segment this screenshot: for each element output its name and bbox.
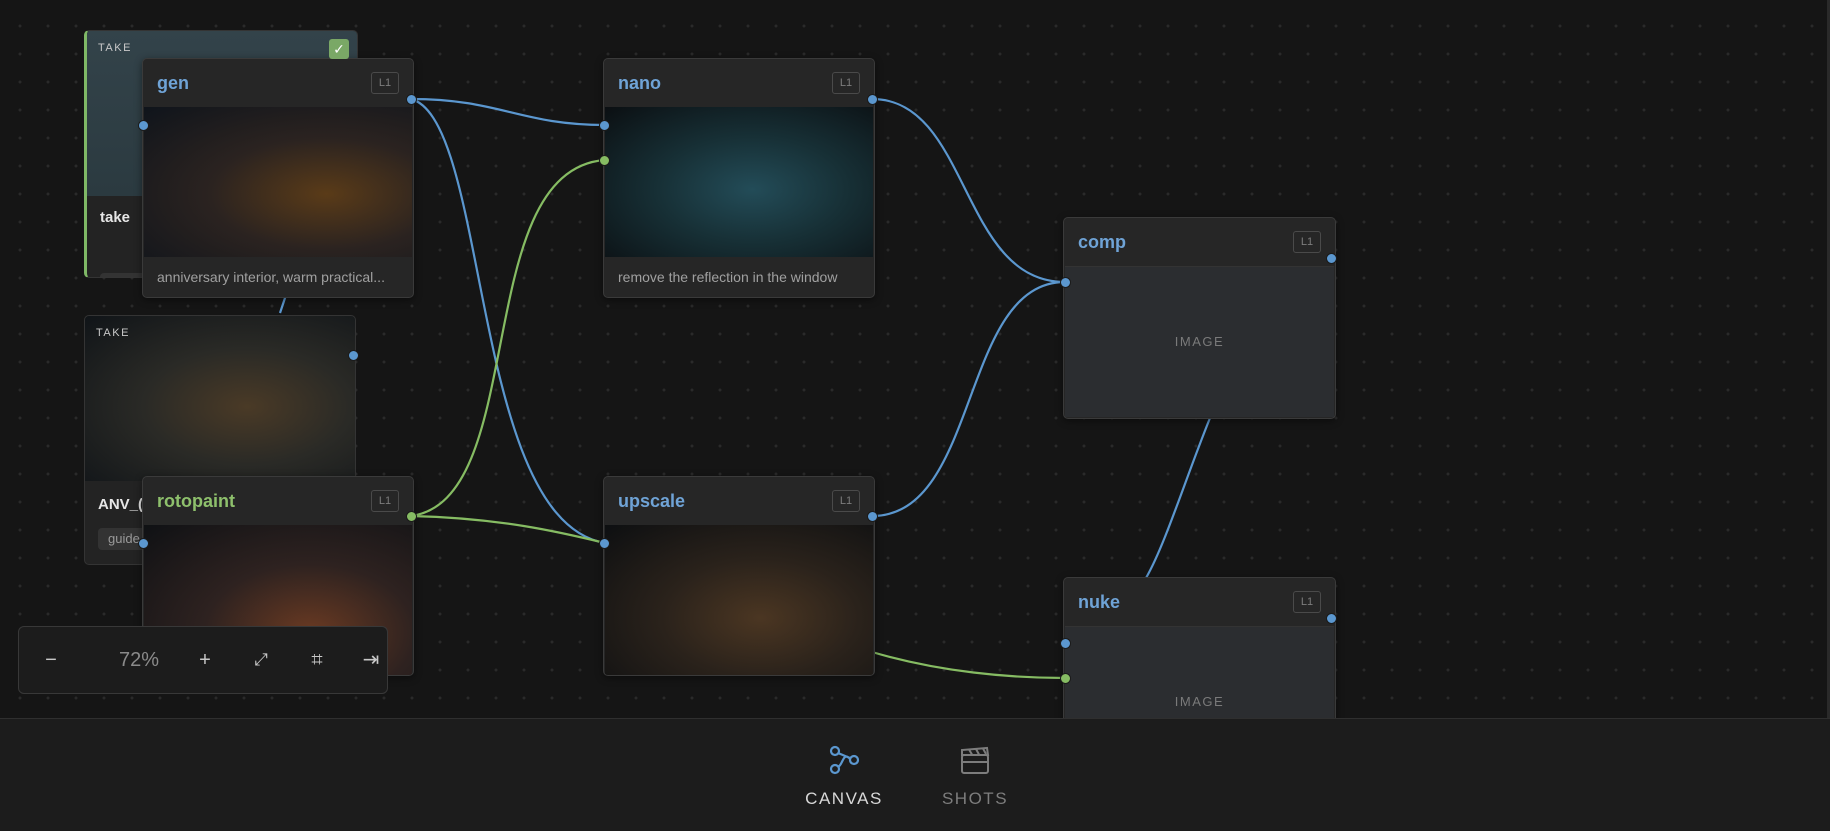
take-name: ANV_( — [98, 496, 144, 513]
node-header[interactable]: nano L1 — [604, 59, 874, 107]
nano-input-port[interactable] — [599, 120, 610, 131]
wire-upscale-nuke — [871, 650, 1066, 680]
gen-output-port[interactable] — [406, 94, 417, 105]
clapperboard-icon — [961, 746, 990, 774]
node-nuke[interactable]: nuke L1 IMAGE — [1063, 577, 1336, 718]
zoom-out-button[interactable]: − — [33, 627, 69, 693]
fit-view-icon[interactable]: ⤢ — [243, 627, 279, 693]
node-preview-image — [605, 525, 873, 675]
zoom-toolbar: − 72% + ⤢ ⌗ ⇥ — [18, 626, 388, 694]
take-name: take — [100, 209, 131, 226]
grid-icon[interactable]: ⌗ — [299, 627, 335, 693]
bottom-nav: CANVAS SHOTS — [0, 718, 1830, 831]
node-title: nuke — [1078, 592, 1121, 612]
wire-comp-nuke — [1145, 417, 1212, 579]
wire-gen-upscale — [410, 97, 606, 545]
level-badge[interactable]: L1 — [1293, 231, 1321, 253]
node-title: upscale — [618, 491, 686, 511]
node-preview-image — [144, 107, 412, 257]
collapse-panel-icon[interactable]: ⇥ — [353, 627, 389, 693]
rotopaint-input-port[interactable] — [138, 538, 149, 549]
upscale-output-port[interactable] — [867, 511, 878, 522]
node-gen[interactable]: gen L1 anniversary interior, warm practi… — [142, 58, 414, 298]
take-thumbnail — [85, 316, 355, 481]
node-comp[interactable]: comp L1 IMAGE — [1063, 217, 1336, 419]
wire-rotopaint-nano — [410, 158, 606, 518]
node-header[interactable]: upscale L1 — [604, 477, 874, 525]
tab-shots[interactable]: SHOTS — [920, 719, 1030, 831]
node-title: rotopaint — [157, 491, 235, 511]
node-nano[interactable]: nano L1 remove the reflection in the win… — [603, 58, 875, 298]
level-badge[interactable]: L1 — [371, 72, 399, 94]
node-preview-image — [605, 107, 873, 257]
tab-label: SHOTS — [941, 789, 1009, 808]
upscale-input-port[interactable] — [599, 538, 610, 549]
image-placeholder: IMAGE — [1065, 266, 1334, 417]
node-title: nano — [618, 73, 661, 93]
nuke-output-port[interactable] — [1326, 613, 1337, 624]
level-badge[interactable]: L1 — [832, 72, 860, 94]
node-header[interactable]: gen L1 — [143, 59, 413, 107]
node-title: gen — [157, 73, 190, 93]
node-header[interactable]: rotopaint L1 — [143, 477, 413, 525]
wire-rotopaint-upscale — [410, 514, 606, 545]
nuke-input-port-mask[interactable] — [1060, 673, 1071, 684]
comp-input-port[interactable] — [1060, 277, 1071, 288]
rotopaint-output-port[interactable] — [406, 511, 417, 522]
nano-input-port-mask[interactable] — [599, 155, 610, 166]
node-title: comp — [1078, 232, 1127, 252]
zoom-in-button[interactable]: + — [187, 627, 223, 693]
node-upscale[interactable]: upscale L1 — [603, 476, 875, 676]
wire-gen-nano — [410, 97, 606, 127]
nano-output-port[interactable] — [867, 94, 878, 105]
node-graph-icon — [829, 745, 860, 775]
image-placeholder: IMAGE — [1065, 626, 1334, 718]
zoom-level: 72% — [118, 649, 160, 671]
take-label: TAKE — [96, 327, 130, 339]
take-label: TAKE — [98, 42, 132, 54]
level-badge[interactable]: L1 — [832, 490, 860, 512]
take-output-port[interactable] — [348, 350, 359, 361]
level-badge[interactable]: L1 — [1293, 591, 1321, 613]
gen-input-port[interactable] — [138, 120, 149, 131]
check-icon[interactable]: ✓ — [329, 39, 349, 59]
node-canvas[interactable]: TAKE ✓ take guide TAKE ANV_( guide gen L… — [0, 0, 1830, 718]
comp-output-port[interactable] — [1326, 253, 1337, 264]
node-header[interactable]: comp L1 — [1064, 218, 1335, 266]
tab-label: CANVAS — [805, 789, 883, 808]
node-prompt-caption: remove the reflection in the window — [618, 269, 838, 285]
tab-canvas[interactable]: CANVAS — [789, 719, 899, 831]
level-badge[interactable]: L1 — [371, 490, 399, 512]
node-prompt-caption: anniversary interior, warm practical... — [157, 269, 385, 285]
node-header[interactable]: nuke L1 — [1064, 578, 1335, 626]
wire-nano-comp — [871, 97, 1066, 284]
wire-upscale-comp — [871, 280, 1066, 518]
nuke-input-port[interactable] — [1060, 638, 1071, 649]
